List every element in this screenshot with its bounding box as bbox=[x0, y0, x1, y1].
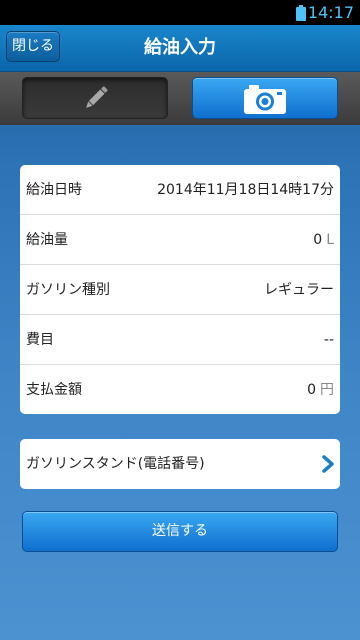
row-label: 給油日時 bbox=[26, 182, 82, 198]
camera-mode-button[interactable] bbox=[192, 77, 338, 119]
mode-toggle-bar bbox=[0, 72, 360, 125]
yen-unit: 円 bbox=[320, 382, 334, 398]
refuel-form-card: 給油日時 2014年11月18日14時17分 給油量 0L ガソリン種別 レギュ… bbox=[20, 165, 340, 414]
send-button[interactable]: 送信する bbox=[22, 511, 338, 552]
camera-icon bbox=[244, 85, 286, 114]
liter-unit: L bbox=[326, 232, 334, 248]
gas-station-row[interactable]: ガソリンスタンド(電話番号) bbox=[20, 439, 340, 489]
pencil-icon bbox=[86, 86, 108, 108]
form-row-payment[interactable]: 支払金額 0円 bbox=[20, 365, 340, 414]
row-label: 費目 bbox=[26, 332, 54, 348]
row-label: ガソリン種別 bbox=[26, 282, 110, 298]
status-time: 14:17 bbox=[307, 3, 354, 22]
chevron-right-icon bbox=[322, 455, 334, 473]
amount-value: 0 bbox=[313, 232, 323, 248]
row-label: 支払金額 bbox=[26, 382, 82, 398]
expense-category-value: -- bbox=[323, 332, 334, 348]
fuel-type-value: レギュラー bbox=[264, 282, 334, 298]
gas-station-label: ガソリンスタンド(電話番号) bbox=[26, 456, 205, 472]
status-bar: 14:17 bbox=[0, 0, 360, 25]
form-row-fuel-type[interactable]: ガソリン種別 レギュラー bbox=[20, 265, 340, 315]
battery-full-icon bbox=[296, 5, 306, 21]
payment-value: 0 bbox=[307, 382, 316, 398]
row-label: 給油量 bbox=[26, 232, 68, 248]
form-row-amount[interactable]: 給油量 0L bbox=[20, 215, 340, 265]
manual-input-mode-button[interactable] bbox=[22, 77, 168, 119]
action-bar: 給油入力 閉じる bbox=[0, 25, 360, 72]
datetime-value: 2014年11月18日14時17分 bbox=[157, 182, 334, 198]
form-row-expense-category[interactable]: 費目 -- bbox=[20, 315, 340, 365]
close-button[interactable]: 閉じる bbox=[6, 31, 60, 62]
form-row-datetime[interactable]: 給油日時 2014年11月18日14時17分 bbox=[20, 165, 340, 215]
